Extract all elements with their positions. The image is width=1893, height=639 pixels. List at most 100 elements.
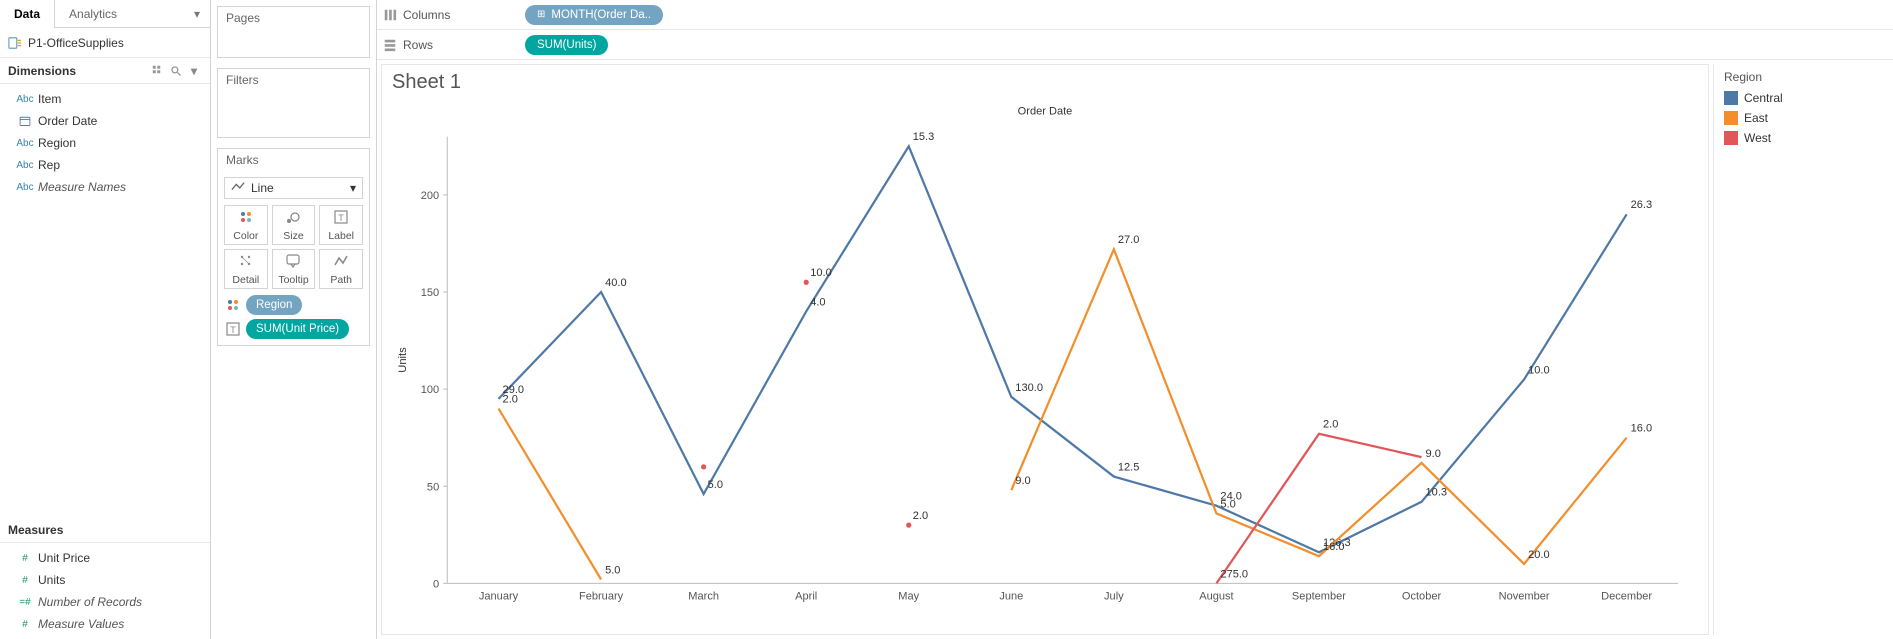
filters-card[interactable]: Filters xyxy=(217,68,370,138)
swatch xyxy=(1724,131,1738,145)
rows-shelf[interactable]: Rows SUM(Units) xyxy=(377,30,1893,60)
filters-title: Filters xyxy=(218,69,369,91)
field-item[interactable]: AbcItem xyxy=(0,88,210,110)
legend-label: Central xyxy=(1744,91,1783,105)
svg-text:2.0: 2.0 xyxy=(1323,419,1338,431)
field-item[interactable]: =#Number of Records xyxy=(0,591,210,613)
legend-item[interactable]: West xyxy=(1724,128,1879,148)
path-icon xyxy=(333,253,349,272)
side-tabs: Data Analytics ▾ xyxy=(0,0,210,28)
field-label: Number of Records xyxy=(38,595,142,609)
svg-text:January: January xyxy=(479,591,519,603)
mark-pills: Region T SUM(Unit Price) xyxy=(224,295,363,339)
rows-pill-label: SUM(Units) xyxy=(537,39,596,51)
main-area: Columns ⊞ MONTH(Order Da.. Rows SUM(Unit… xyxy=(377,0,1893,639)
chart-area[interactable]: Order DateUnits050100150200JanuaryFebrua… xyxy=(392,96,1698,624)
tab-analytics[interactable]: Analytics xyxy=(55,0,131,28)
view-options-icon[interactable] xyxy=(150,63,166,79)
svg-text:100: 100 xyxy=(421,384,439,396)
svg-text:May: May xyxy=(898,591,919,603)
datasource-row[interactable]: P1-OfficeSupplies xyxy=(0,28,210,58)
columns-shelf[interactable]: Columns ⊞ MONTH(Order Da.. xyxy=(377,0,1893,30)
mark-path-button[interactable]: Path xyxy=(319,249,363,289)
svg-text:50: 50 xyxy=(427,481,439,493)
cards-panel: Pages Filters Marks Line ▾ Color Size TLab… xyxy=(211,0,377,639)
pages-card[interactable]: Pages xyxy=(217,6,370,58)
measures-title: Measures xyxy=(8,523,63,537)
columns-label: Columns xyxy=(403,8,450,22)
fields-menu-icon[interactable]: ▾ xyxy=(186,63,202,79)
field-label: Order Date xyxy=(38,114,97,128)
mark-pill[interactable]: Region xyxy=(246,295,302,315)
svg-text:15.3: 15.3 xyxy=(913,131,935,143)
legend-label: East xyxy=(1744,111,1768,125)
sheet-title[interactable]: Sheet 1 xyxy=(392,71,1698,94)
columns-icon xyxy=(383,8,397,22)
mark-buttons-grid: Color Size TLabel Detail Tooltip Path xyxy=(224,205,363,289)
svg-text:T: T xyxy=(230,325,236,335)
columns-pill-label: MONTH(Order Da.. xyxy=(551,9,651,21)
pages-title: Pages xyxy=(218,7,369,29)
field-item[interactable]: #Measure Values xyxy=(0,613,210,635)
svg-text:June: June xyxy=(999,591,1023,603)
mark-btn-label: Tooltip xyxy=(278,274,308,286)
mark-btn-label: Size xyxy=(283,230,303,242)
svg-text:Order Date: Order Date xyxy=(1018,105,1073,117)
mark-color-button[interactable]: Color xyxy=(224,205,268,245)
field-item[interactable]: #Units xyxy=(0,569,210,591)
mark-label-button[interactable]: TLabel xyxy=(319,205,363,245)
svg-text:2.0: 2.0 xyxy=(913,510,928,522)
svg-text:20.0: 20.0 xyxy=(1528,549,1550,561)
svg-text:150: 150 xyxy=(421,287,439,299)
field-item[interactable]: #Unit Price xyxy=(0,547,210,569)
swatch xyxy=(1724,111,1738,125)
columns-pill[interactable]: ⊞ MONTH(Order Da.. xyxy=(525,5,663,25)
measures-header: Measures xyxy=(0,517,210,543)
svg-text:10.3: 10.3 xyxy=(1426,487,1448,499)
tab-overflow-icon[interactable]: ▾ xyxy=(188,5,206,23)
size-icon xyxy=(285,209,301,228)
svg-text:4.0: 4.0 xyxy=(810,296,825,308)
color-icon xyxy=(238,209,254,228)
mark-btn-label: Path xyxy=(330,274,352,286)
datasource-name: P1-OfficeSupplies xyxy=(28,36,124,50)
field-label: Item xyxy=(38,92,61,106)
legend-item[interactable]: East xyxy=(1724,108,1879,128)
expand-icon: ⊞ xyxy=(537,9,545,20)
svg-text:July: July xyxy=(1104,591,1124,603)
svg-text:December: December xyxy=(1601,591,1652,603)
svg-text:August: August xyxy=(1199,591,1233,603)
chevron-down-icon: ▾ xyxy=(350,181,356,195)
marks-title: Marks xyxy=(218,149,369,171)
svg-text:0: 0 xyxy=(433,578,439,590)
field-item[interactable]: AbcMeasure Names xyxy=(0,176,210,198)
tab-data[interactable]: Data xyxy=(0,0,55,28)
legend-item[interactable]: Central xyxy=(1724,88,1879,108)
mark-type-label: Line xyxy=(251,181,274,195)
field-item[interactable]: AbcRep xyxy=(0,154,210,176)
tooltip-icon xyxy=(285,253,301,272)
mark-pill-row: T SUM(Unit Price) xyxy=(224,319,363,339)
mark-size-button[interactable]: Size xyxy=(272,205,316,245)
mark-tooltip-button[interactable]: Tooltip xyxy=(272,249,316,289)
svg-text:October: October xyxy=(1402,591,1442,603)
search-fields-icon[interactable] xyxy=(168,63,184,79)
datasource-icon xyxy=(8,36,22,50)
svg-text:40.0: 40.0 xyxy=(605,277,627,289)
rows-label: Rows xyxy=(403,38,433,52)
field-label: Region xyxy=(38,136,76,150)
mark-btn-label: Detail xyxy=(232,274,259,286)
svg-text:April: April xyxy=(795,591,817,603)
mark-detail-button[interactable]: Detail xyxy=(224,249,268,289)
svg-text:10.0: 10.0 xyxy=(810,267,832,279)
rows-pill[interactable]: SUM(Units) xyxy=(525,35,608,55)
legend-title: Region xyxy=(1724,70,1879,84)
field-label: Rep xyxy=(38,158,60,172)
dimensions-list: AbcItem Order Date AbcRegionAbcRepAbcMeasu… xyxy=(0,84,210,202)
field-item[interactable]: AbcRegion xyxy=(0,132,210,154)
field-item[interactable]: Order Date xyxy=(0,110,210,132)
field-label: Unit Price xyxy=(38,551,90,565)
mark-type-selector[interactable]: Line ▾ xyxy=(224,177,363,199)
mark-pill[interactable]: SUM(Unit Price) xyxy=(246,319,349,339)
svg-text:November: November xyxy=(1499,591,1550,603)
